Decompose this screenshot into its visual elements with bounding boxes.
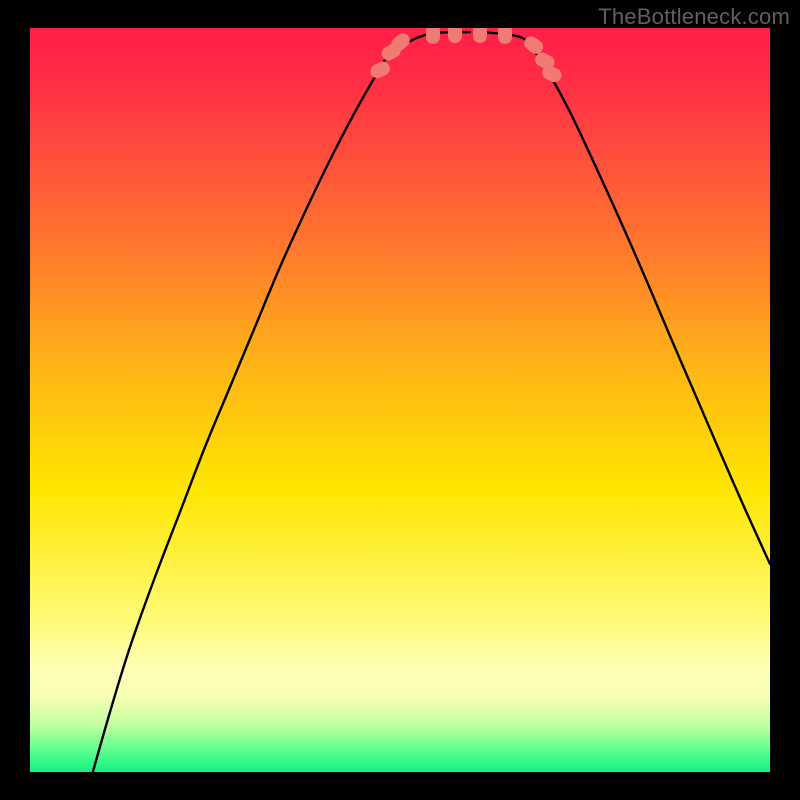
watermark-text: TheBottleneck.com (598, 4, 790, 30)
curve-overlay (30, 28, 770, 772)
trough-marker-4 (448, 28, 462, 43)
chart-frame: TheBottleneck.com (0, 0, 800, 800)
trough-marker-0 (368, 59, 392, 80)
trough-marker-6 (498, 28, 512, 44)
plot-area (30, 28, 770, 772)
series-right-curve (480, 32, 770, 564)
trough-marker-3 (426, 28, 440, 44)
trough-marker-5 (473, 28, 487, 43)
series-left-curve (90, 32, 470, 772)
